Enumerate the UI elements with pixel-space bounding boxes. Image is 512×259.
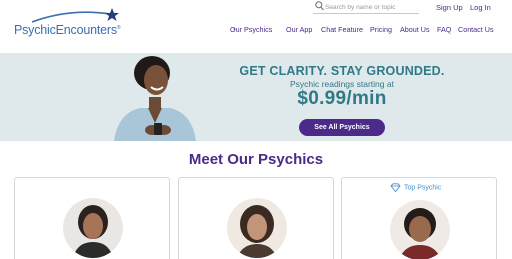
signup-link[interactable]: Sign Up xyxy=(436,3,463,12)
hero-text: GET CLARITY. STAY GROUNDED. Psychic read… xyxy=(232,64,452,110)
hero-person-image xyxy=(114,56,196,141)
hero-headline: GET CLARITY. STAY GROUNDED. xyxy=(239,64,445,78)
hero-price: $0.99/min xyxy=(297,88,387,109)
psychic-avatar xyxy=(63,198,123,258)
nav-item-our-app[interactable]: Our App xyxy=(286,25,312,34)
top-psychic-badge: Top Psychic xyxy=(390,183,442,193)
nav-item-pricing[interactable]: Pricing xyxy=(370,25,392,34)
search-icon[interactable] xyxy=(315,1,324,11)
site-header: PsychicEncounters® Sign Up Log In Our Ps… xyxy=(0,0,512,52)
chevron-down-icon: ⌄ xyxy=(232,26,238,32)
search-bar xyxy=(313,1,419,14)
diamond-icon xyxy=(390,183,401,193)
nav-item-about-us[interactable]: About Us xyxy=(400,25,430,34)
psychic-avatar xyxy=(390,200,450,259)
hero-banner: GET CLARITY. STAY GROUNDED. Psychic read… xyxy=(0,53,512,141)
see-all-psychics-button[interactable]: See All Psychics xyxy=(299,119,385,136)
psychic-card[interactable] xyxy=(14,177,170,259)
search-input[interactable] xyxy=(325,1,417,13)
psychic-card[interactable] xyxy=(178,177,334,259)
login-link[interactable]: Log In xyxy=(470,3,491,12)
nav-item-chat-feature[interactable]: Chat Feature xyxy=(321,25,363,34)
nav-item-faq[interactable]: FAQ xyxy=(437,25,451,34)
main-nav: Our Psychics ⌄ Our App Chat Feature Prici… xyxy=(0,25,512,37)
section-title: Meet Our Psychics xyxy=(188,151,324,168)
badge-label: Top Psychic xyxy=(404,184,442,192)
psychic-card[interactable]: Top Psychic xyxy=(341,177,497,259)
nav-item-contact-us[interactable]: Contact Us xyxy=(458,25,494,34)
psychic-avatar xyxy=(227,198,287,258)
